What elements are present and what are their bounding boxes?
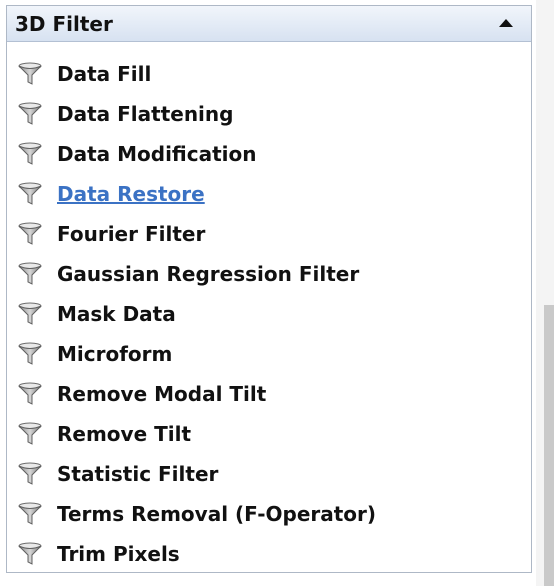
- list-item-label: Terms Removal (F-Operator): [57, 502, 377, 526]
- list-item-label: Statistic Filter: [57, 462, 219, 486]
- filter-panel: 3D Filter Data Fill Data Flattening Data…: [6, 5, 532, 573]
- list-item-label: Remove Modal Tilt: [57, 382, 267, 406]
- filter-item-data-fill[interactable]: Data Fill: [7, 54, 531, 94]
- funnel-icon: [17, 341, 43, 367]
- filter-item-remove-modal-tilt[interactable]: Remove Modal Tilt: [7, 374, 531, 414]
- funnel-icon: [17, 261, 43, 287]
- funnel-icon: [17, 301, 43, 327]
- list-item-label: Mask Data: [57, 302, 176, 326]
- list-item-label: Data Modification: [57, 142, 257, 166]
- page: 3D Filter Data Fill Data Flattening Data…: [0, 0, 554, 586]
- funnel-icon: [17, 381, 43, 407]
- list-item-label: Data Flattening: [57, 102, 234, 126]
- filter-item-remove-tilt[interactable]: Remove Tilt: [7, 414, 531, 454]
- list-item-label: Fourier Filter: [57, 222, 206, 246]
- filter-item-fourier-filter[interactable]: Fourier Filter: [7, 214, 531, 254]
- filter-item-trim-pixels[interactable]: Trim Pixels: [7, 534, 531, 574]
- panel-header[interactable]: 3D Filter: [7, 6, 531, 42]
- filter-item-terms-removal-f-operator[interactable]: Terms Removal (F-Operator): [7, 494, 531, 534]
- filter-item-statistic-filter[interactable]: Statistic Filter: [7, 454, 531, 494]
- filter-item-microform[interactable]: Microform: [7, 334, 531, 374]
- filter-item-data-flattening[interactable]: Data Flattening: [7, 94, 531, 134]
- panel-title: 3D Filter: [15, 11, 113, 36]
- list-item-label: Gaussian Regression Filter: [57, 262, 360, 286]
- list-item-label: Data Restore: [57, 182, 205, 206]
- funnel-icon: [17, 501, 43, 527]
- funnel-icon: [17, 461, 43, 487]
- filter-item-data-modification[interactable]: Data Modification: [7, 134, 531, 174]
- funnel-icon: [17, 221, 43, 247]
- filter-item-mask-data[interactable]: Mask Data: [7, 294, 531, 334]
- funnel-icon: [17, 141, 43, 167]
- filter-item-data-restore[interactable]: Data Restore: [7, 174, 531, 214]
- list-item-label: Data Fill: [57, 62, 152, 86]
- funnel-icon: [17, 181, 43, 207]
- filter-item-gaussian-regression-filter[interactable]: Gaussian Regression Filter: [7, 254, 531, 294]
- list-item-label: Microform: [57, 342, 173, 366]
- scrollbar-thumb[interactable]: [544, 305, 554, 586]
- funnel-icon: [17, 541, 43, 567]
- caret-up-icon[interactable]: [499, 19, 513, 27]
- funnel-icon: [17, 421, 43, 447]
- list-item-label: Remove Tilt: [57, 422, 192, 446]
- background-scrollbar[interactable]: [536, 0, 554, 586]
- filter-list: Data Fill Data Flattening Data Modificat…: [7, 42, 531, 574]
- list-item-label: Trim Pixels: [57, 542, 180, 566]
- funnel-icon: [17, 61, 43, 87]
- funnel-icon: [17, 101, 43, 127]
